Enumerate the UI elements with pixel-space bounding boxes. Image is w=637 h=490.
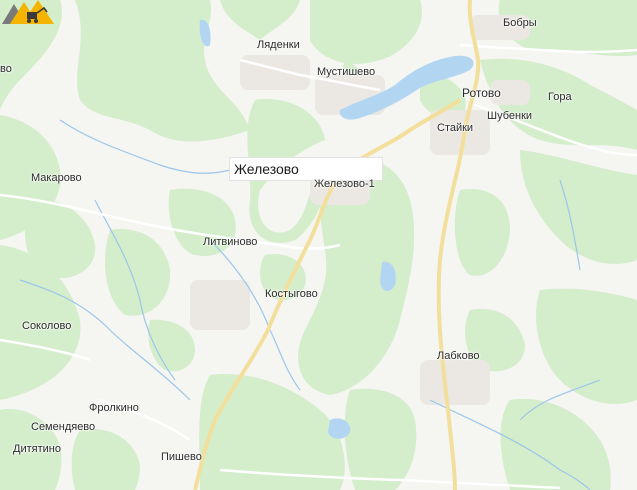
place-label-makarovo[interactable]: Макарово [31, 172, 82, 184]
place-label-litvinovo[interactable]: Литвиново [203, 236, 257, 248]
place-label-bobry[interactable]: Бобры [503, 17, 537, 29]
place-label-zhelezovo-1[interactable]: Железово-1 [314, 178, 375, 190]
place-label-lyadenki[interactable]: Ляденки [257, 39, 300, 51]
featured-place-name: Железово [234, 161, 299, 177]
place-label-shubenki[interactable]: Шубенки [487, 110, 532, 122]
place-label-staiki[interactable]: Стайки [437, 122, 473, 134]
place-label-gora[interactable]: Гора [548, 91, 572, 103]
place-label-frolkino[interactable]: Фролкино [89, 402, 139, 414]
place-label-semendyaevo[interactable]: Семендяево [31, 421, 95, 433]
place-label-sokolovo[interactable]: Соколово [22, 320, 71, 332]
map-view[interactable]: Железово Бобры Ляденки Мустишево Ротово … [0, 0, 637, 490]
place-label-edge-left[interactable]: во [0, 63, 12, 75]
place-label-kostygovo[interactable]: Костыгово [265, 288, 318, 300]
place-label-dityatino[interactable]: Дитятино [13, 443, 61, 455]
construction-equipment-icon[interactable] [0, 0, 62, 26]
place-label-mustishevo[interactable]: Мустишево [317, 66, 375, 78]
place-label-labkovo[interactable]: Лабково [437, 350, 480, 362]
place-label-pishevo[interactable]: Пишево [161, 451, 202, 463]
place-label-rotovo[interactable]: Ротово [462, 86, 501, 100]
